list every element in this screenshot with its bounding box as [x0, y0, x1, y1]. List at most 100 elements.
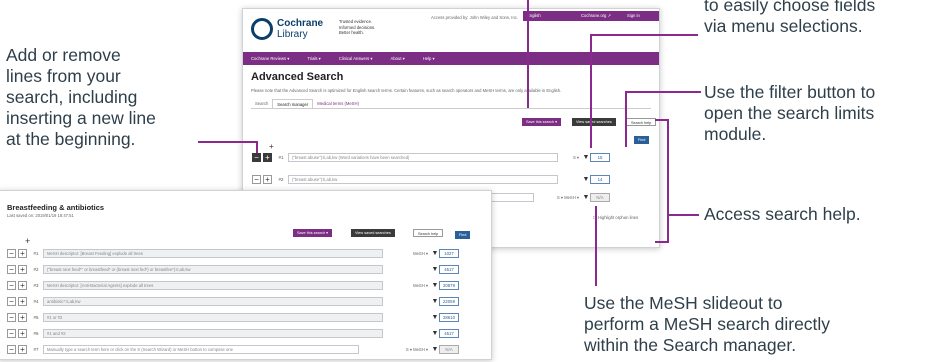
remove-line-button[interactable]: − [7, 312, 16, 322]
tab-search[interactable]: Search [251, 99, 272, 108]
last-saved-date: Last saved on: 2019/01/19 18:47:51 [7, 213, 74, 218]
filter-icon[interactable]: ▼ [582, 154, 590, 161]
line-number: #5 [33, 314, 39, 320]
line-number: #1 [33, 250, 39, 256]
access-text: Access provided by: John Wiley and Sons,… [431, 15, 519, 20]
filter-icon[interactable]: ▼ [431, 346, 439, 353]
connector-fields-v [590, 34, 592, 148]
find-button[interactable]: Find [455, 231, 471, 239]
add-line-button[interactable]: + [18, 312, 27, 322]
line-number: #2 [33, 266, 39, 272]
filter-icon[interactable]: ▼ [431, 298, 439, 305]
top-utility-bar: English Cochrane.org ↗ Sign in [523, 11, 659, 21]
search-line-input[interactable]: MeSH descriptor: [Breast Feeding] explod… [43, 248, 383, 258]
search-rows: − + #1 MeSH descriptor: [Breast Feeding] … [7, 248, 489, 358]
callout-filter: Use the filter button to open the search… [704, 82, 876, 144]
result-count[interactable]: 1027 [439, 248, 459, 258]
table-row: − + #2 ("breast abuse"):ti,ab,kw ▼ 14 [252, 174, 654, 184]
nav-cochrane-reviews[interactable]: Cochrane Reviews ▾ [251, 56, 289, 61]
filter-icon[interactable]: ▼ [431, 282, 439, 289]
result-count[interactable]: 4517 [439, 264, 459, 274]
search-line-input[interactable]: ("breast abuse"):ti,ab,kw [288, 174, 558, 184]
nav-trials[interactable]: Trials ▾ [307, 56, 320, 61]
search-line-input[interactable]: ("breast abuse"):ti,ab,kw (Word variatio… [288, 152, 558, 162]
nav-about[interactable]: About ▾ [391, 56, 405, 61]
search-line-input[interactable]: antibiotic*:ti,ab,kw [43, 296, 383, 306]
result-count[interactable]: 14 [590, 174, 610, 184]
callout-search-help: Access search help. [704, 204, 861, 224]
remove-line-button[interactable]: − [7, 328, 16, 338]
connector-help-h [667, 214, 699, 216]
table-row: − + #1 MeSH descriptor: [Breast Feeding] … [7, 248, 489, 258]
result-count[interactable]: 4517 [439, 328, 459, 338]
field-select[interactable]: S ▾ MeSH ▾ [534, 195, 582, 200]
add-line-button[interactable]: + [263, 174, 272, 184]
result-count[interactable]: 20879 [439, 280, 459, 290]
search-help-button[interactable]: Search help [626, 118, 657, 126]
remove-line-button[interactable]: − [252, 174, 261, 184]
result-count[interactable]: N/A [590, 192, 610, 202]
view-saved-searches-button[interactable]: View saved searches [572, 118, 616, 126]
field-select[interactable]: S ▾ [558, 155, 582, 160]
add-line-button[interactable]: + [18, 328, 27, 338]
line-number: #2 [278, 176, 284, 182]
result-count[interactable]: 22059 [439, 296, 459, 306]
table-row: − + #1 ("breast abuse"):ti,ab,kw (Word v… [252, 152, 654, 162]
cochrane-logo-name: Cochrane [277, 18, 324, 29]
filter-icon[interactable]: ▼ [431, 266, 439, 273]
add-line-button[interactable]: + [18, 280, 27, 290]
add-line-button[interactable]: + [263, 152, 272, 162]
add-line-button[interactable]: + [18, 296, 27, 306]
view-saved-searches-button[interactable]: View saved searches [351, 229, 395, 237]
save-search-button[interactable]: Save this search ▾ [293, 229, 333, 237]
filter-icon[interactable]: ▼ [582, 194, 590, 201]
search-line-input[interactable]: Manually type a search term here or clic… [43, 344, 359, 354]
filter-icon[interactable]: ▼ [582, 176, 590, 183]
search-help-button[interactable]: Search help [413, 229, 444, 237]
field-select[interactable]: S ▾ MeSH ▾ [359, 347, 431, 352]
nav-clinical-answers[interactable]: Clinical Answers ▾ [339, 56, 373, 61]
connector-mesh [595, 206, 597, 286]
filter-icon[interactable]: ▼ [431, 314, 439, 321]
remove-line-button[interactable]: − [7, 344, 16, 354]
sign-in-link[interactable]: Sign in [627, 13, 640, 18]
remove-line-button[interactable]: − [252, 152, 261, 162]
remove-line-button[interactable]: − [7, 280, 16, 290]
nav-help[interactable]: Help ▾ [423, 56, 435, 61]
add-line-button[interactable]: + [18, 264, 27, 274]
search-line-input[interactable]: ("breast next feed*" or breastfeed* or (… [43, 264, 383, 274]
highlight-orphan-lines-checkbox[interactable]: ☐ Highlight orphan lines [593, 215, 638, 220]
line-number: #6 [33, 330, 39, 336]
search-line-input[interactable]: #1 or #2 [43, 312, 383, 322]
search-line-input[interactable]: MeSH descriptor: [Anti-Bacterial Agents]… [43, 280, 383, 290]
find-button[interactable]: Find [634, 136, 650, 144]
add-line-button[interactable]: + [18, 248, 27, 258]
cochrane-logo[interactable]: Cochrane Library [251, 18, 331, 42]
result-count[interactable]: 15 [590, 152, 610, 162]
cochrane-logo-sub: Library [277, 29, 308, 40]
main-nav: Cochrane Reviews ▾ Trials ▾ Clinical Ans… [243, 52, 659, 65]
table-row: − + #6 #1 and #2 ▼ 4517 [7, 328, 489, 338]
field-select[interactable]: MeSH ▾ [383, 283, 431, 288]
search-line-input[interactable]: #1 and #2 [43, 328, 383, 338]
cochrane-org-link[interactable]: Cochrane.org ↗ [581, 13, 611, 18]
callout-add-remove-lines: Add or remove lines from your search, in… [6, 45, 156, 149]
table-row: − + #7 Manually type a search term here o… [7, 344, 489, 354]
filter-icon[interactable]: ▼ [431, 330, 439, 337]
remove-line-button[interactable]: − [7, 248, 16, 258]
tab-search-manager[interactable]: Search manager [272, 99, 314, 108]
save-search-button[interactable]: Save this search ▾ [522, 118, 562, 126]
line-number: #3 [33, 282, 39, 288]
language-select[interactable]: English [527, 13, 541, 18]
remove-line-button[interactable]: − [7, 264, 16, 274]
page-title: Advanced Search [251, 71, 344, 83]
filter-icon[interactable]: ▼ [431, 250, 439, 257]
tab-medical-terms[interactable]: Medical terms (MeSH) [313, 99, 363, 108]
result-count[interactable]: 28610 [439, 312, 459, 322]
result-count[interactable]: N/A [439, 344, 459, 354]
add-line-top-button[interactable]: + [25, 236, 30, 246]
field-select[interactable]: MeSH ▾ [383, 251, 431, 256]
cochrane-logo-icon [251, 18, 273, 40]
remove-line-button[interactable]: − [7, 296, 16, 306]
add-line-button[interactable]: + [18, 344, 27, 354]
